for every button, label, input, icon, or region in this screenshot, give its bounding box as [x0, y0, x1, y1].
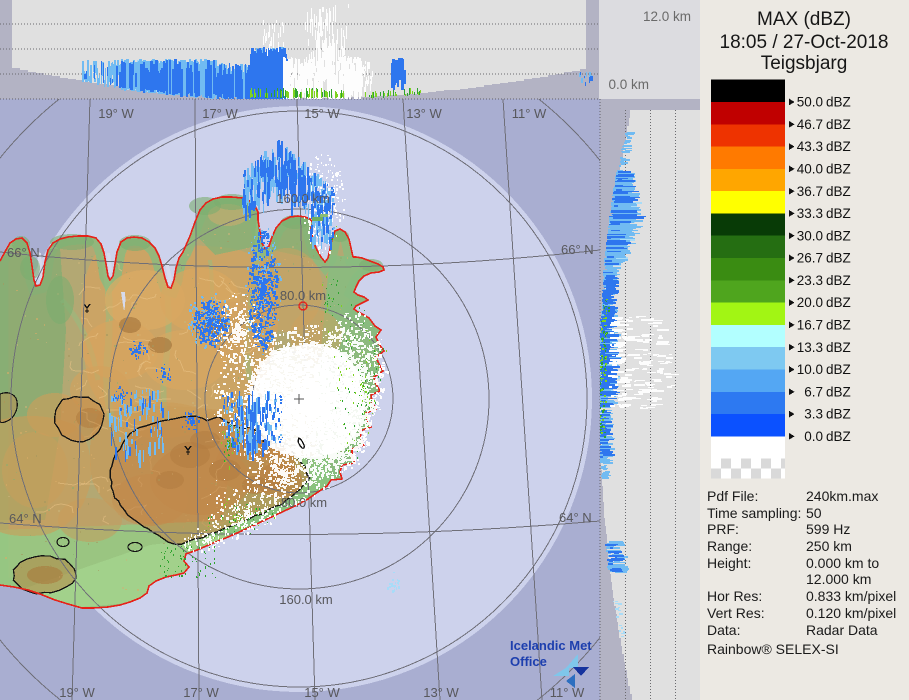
svg-text:0.000 km to: 0.000 km to: [806, 555, 879, 571]
svg-text:12.0 km: 12.0 km: [643, 9, 691, 24]
svg-text:66° N: 66° N: [561, 242, 594, 257]
svg-text:160.0 km: 160.0 km: [276, 191, 329, 206]
svg-text:Pdf File:: Pdf File:: [707, 488, 758, 504]
svg-text:64° N: 64° N: [559, 510, 592, 525]
svg-text:13° W: 13° W: [406, 106, 442, 121]
svg-text:Radar Data: Radar Data: [806, 622, 878, 638]
svg-text:Icelandic Met: Icelandic Met: [510, 638, 592, 653]
svg-text:160.0 km: 160.0 km: [279, 592, 332, 607]
svg-text:0.0 km: 0.0 km: [608, 77, 649, 92]
svg-text:Data:: Data:: [707, 622, 740, 638]
svg-text:23.3: 23.3: [797, 273, 823, 288]
svg-text:10.0: 10.0: [797, 362, 823, 377]
svg-text:dBZ: dBZ: [826, 295, 851, 310]
svg-text:6.7: 6.7: [804, 384, 823, 399]
svg-text:43.3: 43.3: [797, 139, 823, 154]
svg-text:26.7: 26.7: [797, 251, 823, 266]
svg-text:64° N: 64° N: [9, 511, 42, 526]
svg-text:0.833 km/pixel: 0.833 km/pixel: [806, 588, 896, 604]
svg-text:11° W: 11° W: [512, 106, 547, 121]
svg-text:16.7: 16.7: [797, 318, 823, 333]
svg-text:250 km: 250 km: [806, 538, 852, 554]
svg-text:Rainbow® SELEX-SI: Rainbow® SELEX-SI: [707, 641, 839, 657]
svg-text:dBZ: dBZ: [826, 206, 851, 221]
svg-text:13° W: 13° W: [423, 685, 459, 700]
svg-text:dBZ: dBZ: [826, 407, 851, 422]
svg-text:20.0: 20.0: [797, 295, 823, 310]
svg-text:46.7: 46.7: [797, 117, 823, 132]
svg-text:dBZ: dBZ: [826, 340, 851, 355]
svg-text:Teigsbjarg: Teigsbjarg: [761, 53, 848, 74]
svg-text:80.0 km: 80.0 km: [280, 288, 326, 303]
svg-text:50: 50: [806, 505, 822, 521]
svg-text:3.3: 3.3: [804, 407, 823, 422]
svg-text:36.7: 36.7: [797, 184, 823, 199]
svg-text:17° W: 17° W: [183, 685, 219, 700]
svg-text:19° W: 19° W: [98, 106, 134, 121]
svg-text:80.0 km: 80.0 km: [281, 495, 327, 510]
svg-text:dBZ: dBZ: [826, 251, 851, 266]
svg-text:dBZ: dBZ: [826, 362, 851, 377]
svg-text:0.120 km/pixel: 0.120 km/pixel: [806, 605, 896, 621]
svg-text:dBZ: dBZ: [826, 384, 851, 399]
svg-text:30.0: 30.0: [797, 228, 823, 243]
svg-text:Height:: Height:: [707, 555, 751, 571]
svg-text:33.3: 33.3: [797, 206, 823, 221]
svg-text:66° N: 66° N: [7, 245, 40, 260]
svg-text:MAX (dBZ): MAX (dBZ): [757, 9, 851, 30]
svg-text:dBZ: dBZ: [826, 429, 851, 444]
svg-text:18:05 / 27-Oct-2018: 18:05 / 27-Oct-2018: [720, 32, 889, 53]
svg-text:17° W: 17° W: [202, 106, 238, 121]
svg-text:Time sampling:: Time sampling:: [707, 505, 801, 521]
svg-text:dBZ: dBZ: [826, 95, 851, 110]
svg-text:Hor Res:: Hor Res:: [707, 588, 762, 604]
svg-text:0.0: 0.0: [804, 429, 823, 444]
svg-text:dBZ: dBZ: [826, 273, 851, 288]
svg-text:dBZ: dBZ: [826, 162, 851, 177]
svg-text:11° W: 11° W: [550, 685, 585, 700]
svg-text:13.3: 13.3: [797, 340, 823, 355]
svg-text:12.000 km: 12.000 km: [806, 571, 871, 587]
svg-text:dBZ: dBZ: [826, 184, 851, 199]
svg-text:240km.max: 240km.max: [806, 488, 878, 504]
svg-text:dBZ: dBZ: [826, 228, 851, 243]
svg-text:dBZ: dBZ: [826, 318, 851, 333]
svg-text:15° W: 15° W: [304, 106, 340, 121]
svg-text:Range:: Range:: [707, 538, 752, 554]
svg-text:Office: Office: [510, 654, 547, 669]
svg-text:Vert Res:: Vert Res:: [707, 605, 765, 621]
svg-text:PRF:: PRF:: [707, 521, 739, 537]
svg-text:599 Hz: 599 Hz: [806, 521, 850, 537]
svg-text:50.0: 50.0: [797, 95, 823, 110]
svg-text:15° W: 15° W: [304, 685, 340, 700]
svg-text:dBZ: dBZ: [826, 117, 851, 132]
svg-text:19° W: 19° W: [59, 685, 95, 700]
svg-text:dBZ: dBZ: [826, 139, 851, 154]
svg-text:40.0: 40.0: [797, 162, 823, 177]
